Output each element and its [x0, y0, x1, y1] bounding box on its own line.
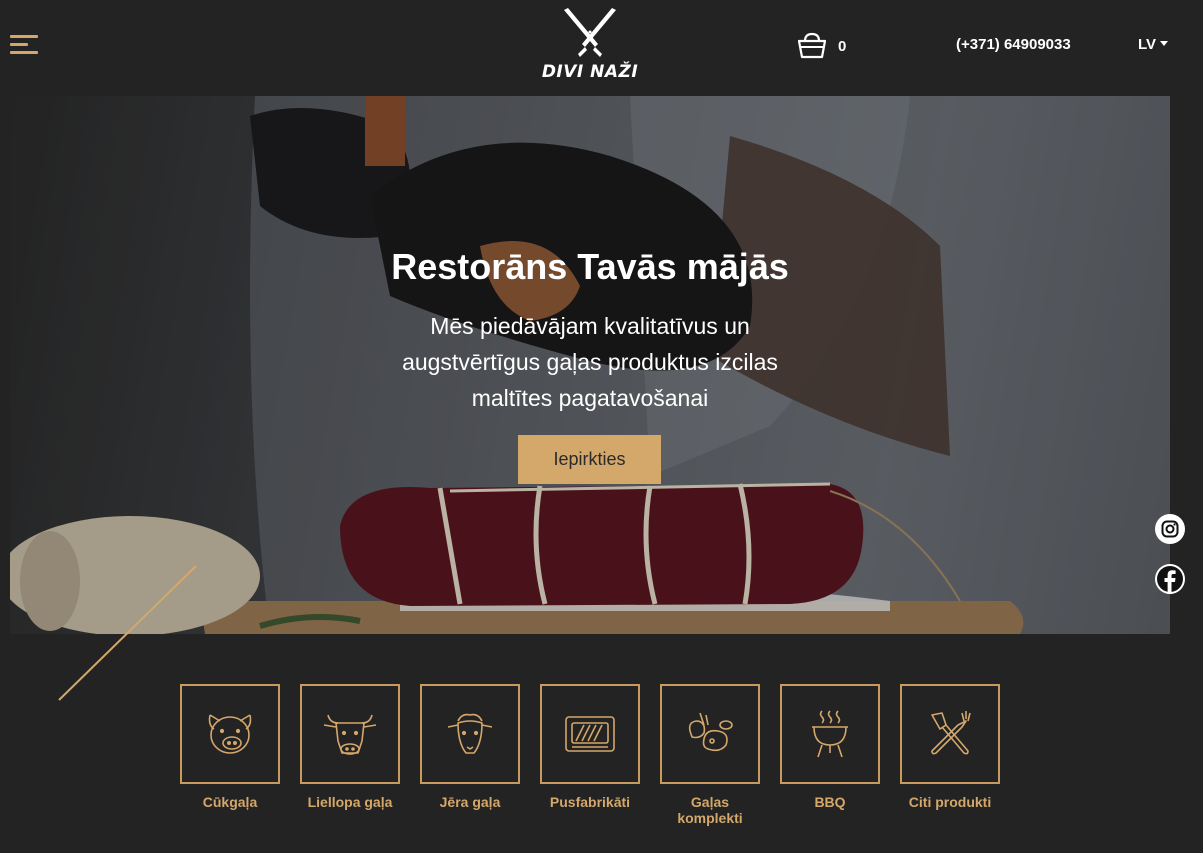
hero-banner: Restorāns Tavās mājās Mēs piedāvājam kva… — [10, 96, 1170, 634]
shop-button[interactable]: Iepirkties — [518, 435, 661, 484]
cow-icon — [323, 714, 377, 755]
category-label: Gaļas komplekti — [677, 794, 743, 826]
hero-title: Restorāns Tavās mājās — [391, 246, 789, 287]
language-label: LV — [1138, 36, 1157, 53]
facebook-button[interactable] — [1155, 564, 1185, 594]
basket-icon — [797, 32, 827, 59]
hamburger-menu-button[interactable] — [10, 35, 40, 57]
grill-icon — [812, 710, 848, 758]
utensils-icon — [931, 711, 971, 755]
facebook-icon — [1157, 566, 1183, 594]
site-header: DIVI NAŽI 0 (+371) 64909033 LV — [0, 0, 1203, 96]
category-icon-box — [660, 684, 760, 784]
category-beef[interactable]: Liellopa gaļa — [300, 684, 400, 810]
cart-button[interactable]: 0 — [796, 32, 846, 60]
instagram-icon — [1161, 520, 1179, 538]
category-icon-box — [300, 684, 400, 784]
category-other-products[interactable]: Citi produkti — [900, 684, 1000, 810]
category-icon-box — [180, 684, 280, 784]
category-icon-box — [900, 684, 1000, 784]
category-lamb[interactable]: Jēra gaļa — [420, 684, 520, 810]
phone-link[interactable]: (+371) 64909033 — [956, 36, 1071, 53]
pig-icon — [208, 714, 252, 754]
category-pork[interactable]: Cūkgaļa — [180, 684, 280, 810]
language-selector[interactable]: LV — [1138, 36, 1169, 53]
category-label: Liellopa gaļa — [307, 794, 393, 810]
menu-line — [10, 51, 38, 54]
category-label: Pusfabrikāti — [549, 794, 631, 810]
logo-text: DIVI NAŽI — [541, 62, 639, 82]
category-semi-finished[interactable]: Pusfabrikāti — [540, 684, 640, 810]
sheep-icon — [447, 713, 493, 754]
menu-line — [10, 43, 28, 46]
site-logo[interactable]: DIVI NAŽI — [540, 6, 640, 84]
steak-icon — [565, 716, 615, 752]
cart-count: 0 — [838, 37, 847, 55]
crossed-knives-icon — [564, 8, 616, 57]
category-label: Cūkgaļa — [202, 794, 258, 810]
category-label: Jēra gaļa — [439, 794, 501, 810]
chevron-down-icon — [1160, 41, 1169, 46]
category-icon-box — [420, 684, 520, 784]
category-label: BBQ — [814, 794, 846, 810]
instagram-button[interactable] — [1155, 514, 1185, 544]
category-meat-sets[interactable]: Gaļas komplekti — [660, 684, 760, 826]
category-icon-box — [540, 684, 640, 784]
category-label: Citi produkti — [908, 794, 992, 810]
meat-set-icon — [688, 712, 733, 752]
menu-line — [10, 35, 38, 38]
decorative-line — [58, 565, 197, 701]
category-icon-box — [780, 684, 880, 784]
category-bbq[interactable]: BBQ — [780, 684, 880, 810]
hero-subtitle: Mēs piedāvājam kvalitatīvus un augstvērt… — [402, 313, 778, 411]
